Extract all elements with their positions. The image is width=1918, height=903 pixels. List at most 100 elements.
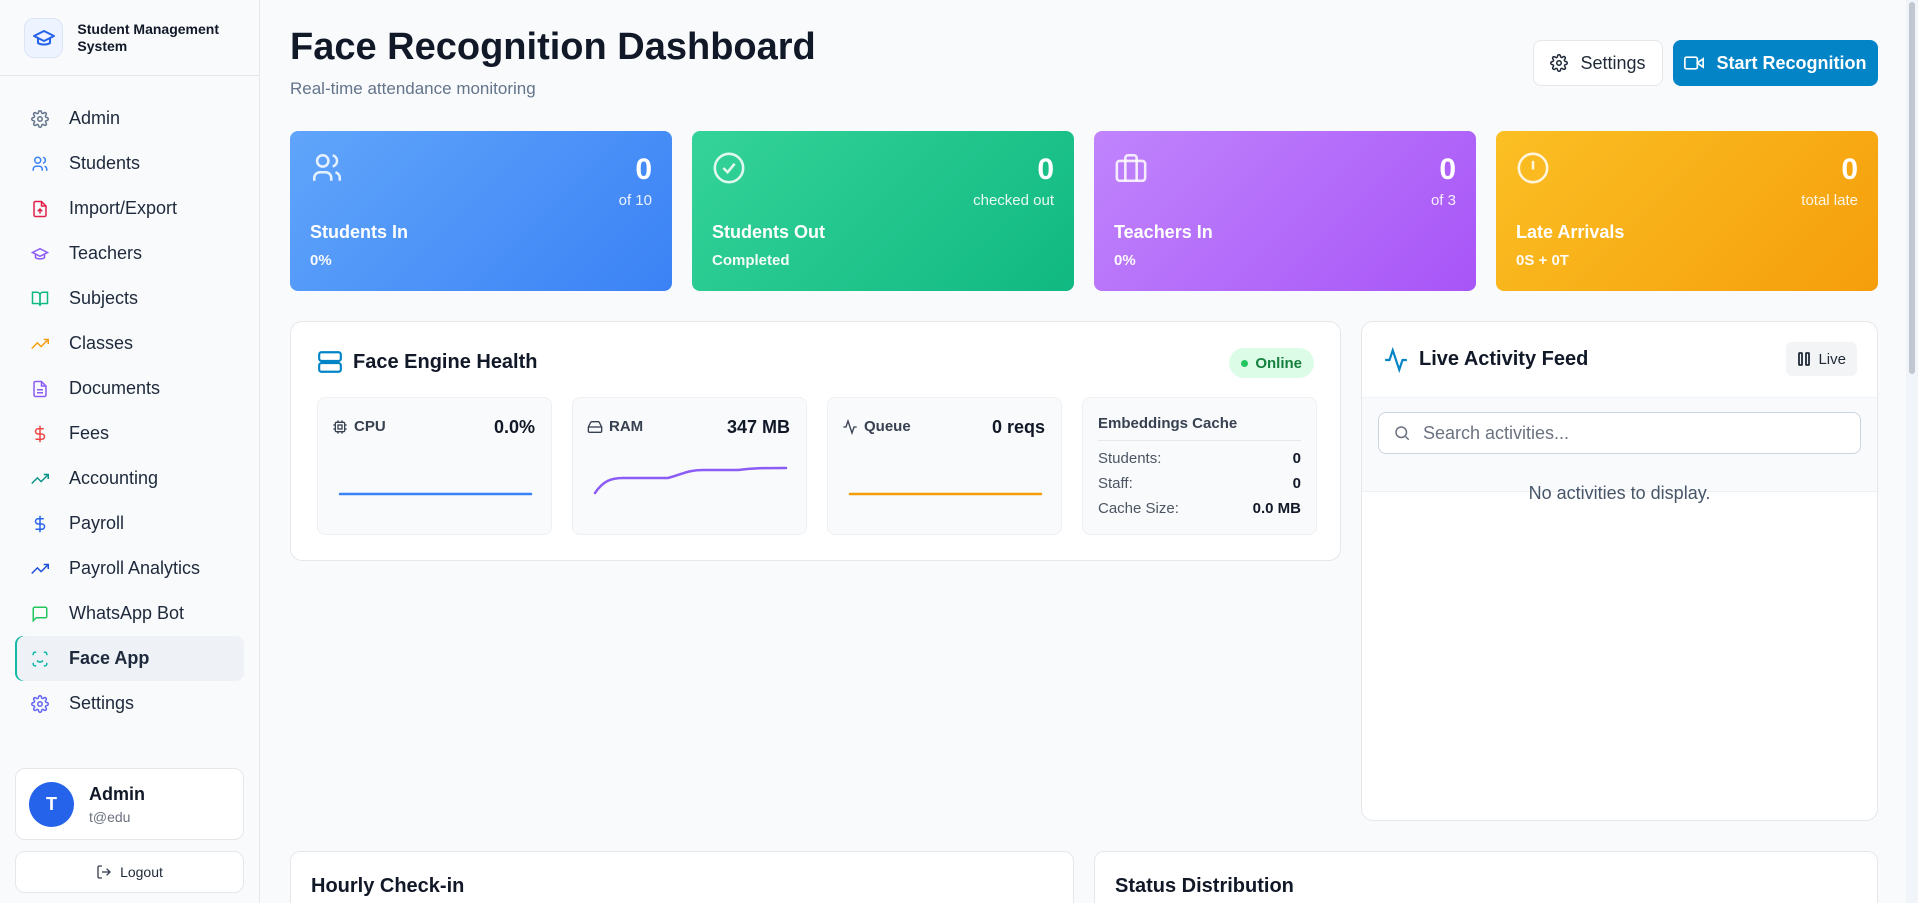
- queue-value: 0 reqs: [991, 417, 1045, 437]
- live-label: Live: [1818, 350, 1846, 368]
- hard-drive-icon: [587, 420, 603, 433]
- sidebar-item-payroll-analytics[interactable]: Payroll Analytics: [15, 546, 244, 591]
- ram-value: 347 MB: [726, 417, 790, 437]
- start-recognition-label: Start Recognition: [1716, 52, 1867, 73]
- server-icon: [318, 351, 342, 373]
- live-pause-button[interactable]: Live: [1786, 342, 1857, 376]
- sidebar-item-label: Face App: [69, 648, 150, 668]
- stat-sub: of 10: [618, 192, 652, 209]
- briefcase-icon: [1115, 153, 1147, 183]
- sidebar-item-fees[interactable]: Fees: [15, 411, 244, 456]
- sidebar-item-label: Fees: [69, 423, 110, 443]
- dollar-icon: [30, 424, 50, 444]
- trending-up-icon: [30, 469, 50, 489]
- cpu-label: CPU: [332, 418, 386, 435]
- queue-label: Queue: [842, 418, 911, 435]
- sidebar-item-classes[interactable]: Classes: [15, 321, 244, 366]
- ram-label: RAM: [587, 418, 643, 435]
- sidebar-item-payroll[interactable]: Payroll: [15, 501, 244, 546]
- page-title: Face Recognition Dashboard: [290, 26, 816, 68]
- start-recognition-button[interactable]: Start Recognition: [1673, 40, 1878, 86]
- scrollbar-thumb[interactable]: [1909, 2, 1915, 374]
- stat-value: 0: [1037, 153, 1054, 186]
- settings-button[interactable]: Settings: [1533, 40, 1663, 86]
- ram-label-text: RAM: [609, 418, 644, 435]
- avatar: T: [29, 781, 74, 827]
- stat-label: Students In: [310, 222, 408, 242]
- cache-row-label: Staff:: [1098, 475, 1133, 492]
- cache-row: Students: 0: [1098, 450, 1301, 467]
- sidebar-item-label: Students: [69, 153, 141, 173]
- face-scan-icon: [30, 649, 50, 669]
- sidebar-nav: Admin Students Import/Export Teachers Su…: [0, 76, 259, 726]
- page-subtitle: Real-time attendance monitoring: [290, 79, 536, 98]
- health-title: Face Engine Health: [317, 349, 538, 375]
- stat-value: 0: [1841, 153, 1858, 186]
- sidebar-item-label: Subjects: [69, 288, 139, 308]
- file-upload-icon: [30, 199, 50, 219]
- stat-card-students-in: 0 of 10 Students In 0%: [290, 131, 672, 291]
- stat-foot: 0%: [1114, 252, 1136, 269]
- search-activities-input[interactable]: [1423, 422, 1843, 444]
- stat-sub: of 3: [1430, 192, 1456, 209]
- stat-foot: 0S + 0T: [1516, 252, 1569, 269]
- cache-row-label: Cache Size:: [1098, 500, 1179, 517]
- status-distribution-panel: Status Distribution: [1094, 851, 1878, 903]
- search-icon: [1395, 426, 1410, 441]
- sidebar-item-label: Teachers: [69, 243, 143, 263]
- sidebar-item-settings[interactable]: Settings: [15, 681, 244, 726]
- logout-button[interactable]: Logout: [15, 851, 244, 893]
- trending-up-icon: [30, 334, 50, 354]
- status-dot: [1241, 359, 1249, 367]
- brand: Student Management System: [0, 0, 259, 76]
- sidebar-item-teachers[interactable]: Teachers: [15, 231, 244, 276]
- cpu-metric: CPU 0.0%: [317, 397, 552, 535]
- queue-label-text: Queue: [864, 418, 911, 435]
- ram-metric: RAM 347 MB: [572, 397, 807, 535]
- status-text: Online: [1255, 354, 1302, 372]
- dollar-icon: [30, 514, 50, 534]
- sidebar-item-admin[interactable]: Admin: [15, 96, 244, 141]
- stat-label: Teachers In: [1114, 222, 1213, 242]
- live-activity-feed: Live Activity Feed Live No activities to…: [1361, 321, 1878, 821]
- brand-name: Student Management System: [77, 20, 219, 54]
- cache-title: Embeddings Cache: [1098, 415, 1301, 441]
- stat-card-students-out: 0 checked out Students Out Completed: [692, 131, 1074, 291]
- hourly-checkin-title: Hourly Check-in: [311, 875, 465, 897]
- sidebar-item-students[interactable]: Students: [15, 141, 244, 186]
- feed-empty-message: No activities to display.: [1528, 483, 1711, 503]
- sidebar-item-label: Accounting: [69, 468, 159, 488]
- feed-title: Live Activity Feed: [1419, 348, 1589, 370]
- message-icon: [30, 604, 50, 624]
- page-scrollbar[interactable]: [1906, 0, 1918, 903]
- feed-search-area: [1362, 398, 1877, 492]
- users-icon: [30, 154, 50, 174]
- sidebar-item-whatsapp-bot[interactable]: WhatsApp Bot: [15, 591, 244, 636]
- sidebar-item-label: WhatsApp Bot: [69, 603, 185, 623]
- embeddings-cache: Embeddings Cache Students: 0 Staff: 0 Ca…: [1082, 397, 1317, 535]
- status-badge: Online: [1229, 348, 1314, 378]
- gear-icon: [1550, 54, 1569, 72]
- sidebar-item-import-export[interactable]: Import/Export: [15, 186, 244, 231]
- logout-label: Logout: [120, 864, 163, 880]
- cache-row: Staff: 0: [1098, 475, 1301, 492]
- cache-row-label: Students:: [1098, 450, 1162, 467]
- sidebar-item-face-app[interactable]: Face App: [15, 636, 244, 681]
- stat-sub: checked out: [973, 192, 1054, 209]
- stat-value: 0: [1439, 153, 1456, 186]
- stat-value: 0: [635, 153, 652, 186]
- sidebar-item-accounting[interactable]: Accounting: [15, 456, 244, 501]
- sidebar-item-label: Payroll: [69, 513, 125, 533]
- user-name: Admin: [89, 783, 145, 804]
- sidebar-item-documents[interactable]: Documents: [15, 366, 244, 411]
- activity-icon: [1385, 346, 1407, 373]
- user-card[interactable]: T Admin t@edu: [15, 768, 244, 840]
- feed-header: Live Activity Feed Live: [1362, 322, 1877, 398]
- sidebar-item-subjects[interactable]: Subjects: [15, 276, 244, 321]
- stat-label: Late Arrivals: [1516, 222, 1625, 242]
- status-distribution-title: Status Distribution: [1115, 875, 1294, 897]
- user-email: t@edu: [89, 808, 131, 825]
- sidebar-item-label: Admin: [69, 108, 121, 128]
- stat-foot: Completed: [712, 252, 790, 269]
- cpu-icon: [333, 419, 347, 434]
